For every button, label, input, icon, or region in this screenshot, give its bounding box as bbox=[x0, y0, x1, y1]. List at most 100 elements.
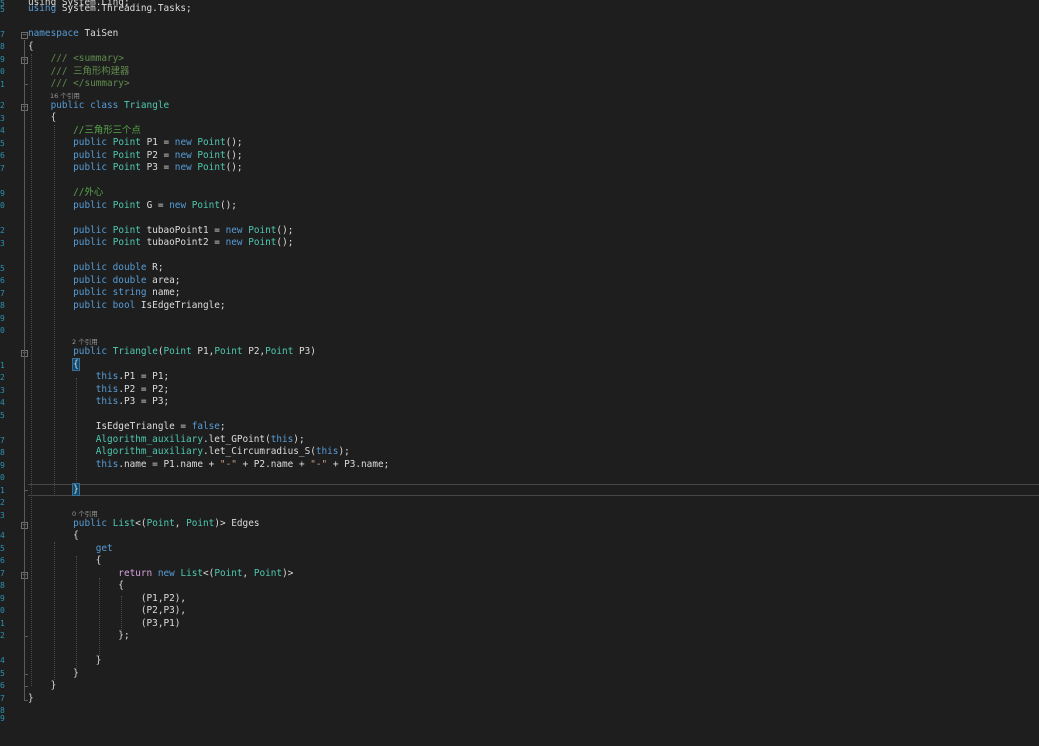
outline-region-line bbox=[24, 358, 25, 490]
code-line[interactable]: //三角形三个点 bbox=[28, 125, 141, 138]
code-token: , bbox=[174, 518, 187, 529]
code-line[interactable]: { bbox=[28, 580, 124, 593]
code-line[interactable]: public Point P3 = new Point(); bbox=[28, 162, 242, 175]
code-token: Point bbox=[265, 346, 294, 357]
code-token: Point bbox=[197, 150, 226, 161]
line-number: 7 bbox=[0, 694, 5, 703]
code-token: public bbox=[28, 225, 108, 236]
code-token: new bbox=[174, 137, 192, 148]
code-token: using bbox=[28, 3, 57, 14]
code-line[interactable]: { bbox=[28, 41, 34, 54]
code-line[interactable]: public Point tubaoPoint2 = new Point(); bbox=[28, 237, 293, 250]
code-token: (P3,P1) bbox=[28, 618, 181, 629]
code-token: public bbox=[28, 346, 108, 357]
code-token: + P3.name; bbox=[327, 459, 390, 470]
code-line[interactable]: { bbox=[28, 358, 80, 372]
code-line[interactable]: public double R; bbox=[28, 262, 163, 275]
code-line[interactable]: this.name = P1.name + "-" + P2.name + "-… bbox=[28, 459, 390, 472]
code-token: Point bbox=[112, 137, 141, 148]
code-token: (); bbox=[219, 200, 237, 211]
code-line[interactable]: public Point P1 = new Point(); bbox=[28, 137, 242, 150]
code-line[interactable]: { bbox=[28, 530, 79, 543]
line-number: 2 bbox=[0, 498, 5, 507]
code-lens-edges-references[interactable]: 0 个引用 bbox=[72, 510, 98, 518]
code-line[interactable]: } bbox=[28, 668, 79, 681]
code-token: } bbox=[28, 655, 102, 666]
code-line[interactable]: this.P1 = P1; bbox=[28, 371, 169, 384]
code-line[interactable]: public bool IsEdgeTriangle; bbox=[28, 300, 226, 313]
code-line[interactable]: public Triangle(Point P1,Point P2,Point … bbox=[28, 346, 316, 359]
code-line[interactable]: IsEdgeTriangle = false; bbox=[28, 421, 226, 434]
matched-brace: } bbox=[72, 483, 80, 496]
line-number: 0 bbox=[0, 606, 5, 615]
code-line[interactable]: /// 三角形构建器 bbox=[28, 66, 130, 79]
code-line[interactable]: /// </summary> bbox=[28, 78, 130, 91]
code-line[interactable]: Algorithm_auxiliary.let_GPoint(this); bbox=[28, 434, 305, 447]
line-number: 5 bbox=[0, 544, 5, 553]
code-line[interactable]: using System.Threading.Tasks; bbox=[28, 3, 192, 16]
code-token: Point bbox=[248, 225, 277, 236]
code-token: IsEdgeTriangle; bbox=[135, 300, 226, 311]
code-token: P3) bbox=[293, 346, 316, 357]
code-line[interactable]: { bbox=[28, 555, 102, 568]
line-number: 3 bbox=[0, 114, 5, 123]
code-token: this bbox=[28, 384, 119, 395]
code-line[interactable]: /// <summary> bbox=[28, 53, 124, 66]
code-line[interactable]: get bbox=[28, 543, 113, 556]
line-number: 1 bbox=[0, 619, 5, 628]
code-lens-triangle-references[interactable]: 16 个引用 bbox=[50, 92, 80, 100]
code-line[interactable]: this.P3 = P3; bbox=[28, 396, 169, 409]
line-number: 5 bbox=[0, 5, 5, 14]
line-number: 2 bbox=[0, 226, 5, 235]
line-number: 6 bbox=[0, 151, 5, 160]
code-token: /// 三角形构建器 bbox=[28, 66, 130, 77]
code-line[interactable]: Algorithm_auxiliary.let_Circumradius_S(t… bbox=[28, 446, 350, 459]
code-lens-constructor-references[interactable]: 2 个引用 bbox=[72, 338, 98, 346]
code-line[interactable]: namespace TaiSen bbox=[28, 28, 118, 41]
code-token: tubaoPoint2 = bbox=[140, 237, 226, 248]
code-line[interactable]: }; bbox=[28, 630, 130, 643]
line-number: 7 bbox=[0, 436, 5, 445]
code-token: (P2,P3), bbox=[28, 605, 187, 616]
code-line[interactable]: } bbox=[28, 483, 80, 497]
line-number: 2 bbox=[0, 373, 5, 382]
code-line[interactable]: this.P2 = P2; bbox=[28, 384, 169, 397]
code-token: <( bbox=[203, 568, 215, 579]
collapse-region-icon[interactable]: − bbox=[21, 32, 28, 39]
code-token: Point bbox=[112, 150, 141, 161]
code-line[interactable]: public double area; bbox=[28, 275, 180, 288]
code-editor[interactable]: 5 5 7 8 9 0 1 2 3 4 5 6 7 9 0 2 3 5 6 7 8 9 0 1 2 3 4 5 7 8 9 0 1 2 3 4 5 6 7 8… bbox=[0, 0, 1039, 746]
code-line[interactable]: public List<(Point, Point)> Edges bbox=[28, 518, 259, 531]
code-token: .let_GPoint( bbox=[202, 434, 271, 445]
code-line[interactable]: public Point tubaoPoint1 = new Point(); bbox=[28, 225, 293, 238]
code-token: Point bbox=[253, 568, 283, 579]
code-token: public bbox=[28, 518, 108, 529]
code-line[interactable]: (P2,P3), bbox=[28, 605, 186, 618]
code-line[interactable]: (P1,P2), bbox=[28, 593, 186, 606]
code-token: G = bbox=[140, 200, 170, 211]
line-number: 5 bbox=[0, 264, 5, 273]
code-line[interactable]: { bbox=[28, 112, 57, 125]
code-token: ; bbox=[219, 421, 226, 432]
code-line[interactable]: public Point P2 = new Point(); bbox=[28, 150, 242, 163]
code-token: this bbox=[270, 434, 294, 445]
code-line[interactable]: } bbox=[28, 693, 34, 706]
code-line[interactable]: (P3,P1) bbox=[28, 618, 181, 631]
code-token: Point bbox=[112, 200, 141, 211]
code-token: P1 = bbox=[140, 137, 175, 148]
code-token: //外心 bbox=[28, 187, 104, 198]
code-token: }; bbox=[28, 630, 130, 641]
code-line[interactable]: public Point G = new Point(); bbox=[28, 200, 237, 213]
code-line[interactable]: } bbox=[28, 655, 102, 668]
line-number: 1 bbox=[0, 80, 5, 89]
code-token: List bbox=[180, 568, 204, 579]
code-line[interactable]: public class Triangle bbox=[28, 100, 170, 113]
line-number: 3 bbox=[0, 511, 5, 520]
code-token: (); bbox=[276, 237, 294, 248]
code-line[interactable]: public string name; bbox=[28, 287, 180, 300]
code-line[interactable]: //外心 bbox=[28, 187, 103, 200]
code-line[interactable]: return new List<(Point, Point)> bbox=[28, 568, 293, 581]
code-token: new bbox=[225, 225, 243, 236]
code-line[interactable]: } bbox=[28, 680, 57, 693]
line-number: 7 bbox=[0, 30, 5, 39]
